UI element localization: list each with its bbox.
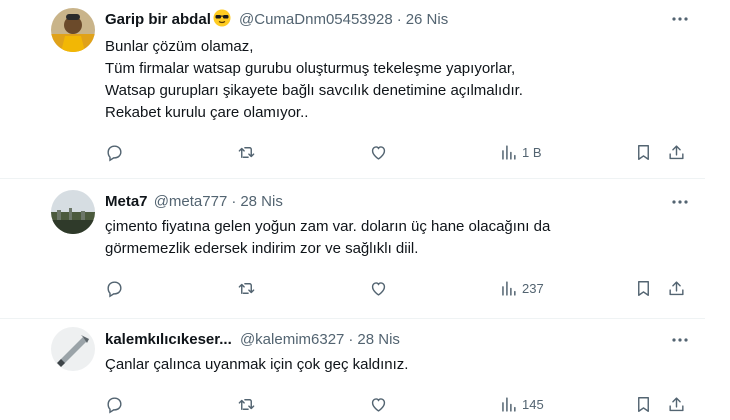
reply-icon: [107, 280, 122, 297]
tweet-actions: 145: [105, 394, 695, 414]
user-handle[interactable]: @CumaDnm05453928: [239, 11, 393, 28]
reply-button[interactable]: [105, 142, 124, 162]
views-button[interactable]: 145: [499, 394, 544, 414]
bookmark-button[interactable]: [634, 394, 653, 414]
share-button[interactable]: [667, 394, 686, 414]
display-name[interactable]: Garip bir abdal: [105, 11, 211, 28]
tweet-header: Meta7 @meta777 · 28 Nis: [105, 192, 283, 212]
reply-button[interactable]: [105, 278, 124, 298]
tweet-text: Çanlar çalınca uyanmak için çok geç kald…: [105, 356, 409, 373]
tweet-time[interactable]: 28 Nis: [357, 331, 400, 348]
retweet-button[interactable]: [237, 278, 256, 298]
sunglasses-emoji-icon: [213, 9, 231, 33]
display-name[interactable]: kalemkılıcıkeser...: [105, 331, 232, 348]
tweet-text: Bunlar çözüm olamaz, Tüm firmalar watsap…: [105, 38, 523, 121]
like-button[interactable]: [369, 278, 388, 298]
avatar[interactable]: [51, 327, 95, 371]
tweet-1[interactable]: Garip bir abdal @CumaDnm05453928 · 26 Nis …: [0, 0, 730, 180]
bookmark-button[interactable]: [634, 278, 653, 298]
views-icon: [502, 144, 516, 160]
heart-icon: [371, 397, 386, 412]
tweet-time[interactable]: 28 Nis: [240, 193, 283, 210]
user-handle[interactable]: @kalemim6327: [240, 331, 344, 348]
share-icon: [669, 396, 684, 411]
tweet-actions: 1 B: [105, 142, 695, 162]
tweet-header: Garip bir abdal @CumaDnm05453928 · 26 Nis: [105, 9, 448, 33]
separator-dot: ·: [396, 11, 402, 28]
bookmark-icon: [638, 396, 649, 412]
more-options-icon[interactable]: [670, 9, 690, 29]
share-icon: [669, 144, 684, 159]
tweet-2[interactable]: Meta7 @meta777 · 28 Nis çimento fiyatına g…: [0, 179, 730, 319]
avatar[interactable]: [51, 190, 95, 234]
more-options-icon[interactable]: [670, 330, 690, 350]
like-button[interactable]: [369, 142, 388, 162]
tweet-3[interactable]: kalemkılıcıkeser... @kalemim6327 · 28 Nis …: [0, 319, 730, 420]
views-icon: [502, 396, 516, 412]
views-count: 1 B: [522, 144, 542, 160]
bookmark-button[interactable]: [634, 142, 653, 162]
share-icon: [669, 280, 684, 295]
views-count: 145: [522, 396, 544, 412]
retweet-button[interactable]: [237, 142, 256, 162]
retweet-icon: [238, 146, 255, 158]
views-button[interactable]: 1 B: [499, 142, 542, 162]
tweet-text: çimento fiyatına gelen yoğun zam var. do…: [105, 218, 551, 257]
heart-icon: [371, 145, 386, 160]
share-button[interactable]: [667, 142, 686, 162]
avatar[interactable]: [51, 8, 95, 52]
tweet-time[interactable]: 26 Nis: [406, 11, 449, 28]
separator-dot: ·: [348, 331, 354, 348]
display-name[interactable]: Meta7: [105, 193, 148, 210]
views-icon: [502, 280, 516, 296]
share-button[interactable]: [667, 278, 686, 298]
reply-icon: [107, 396, 122, 413]
heart-icon: [371, 281, 386, 296]
retweet-button[interactable]: [237, 394, 256, 414]
retweet-icon: [238, 398, 255, 410]
bookmark-icon: [638, 280, 649, 296]
views-count: 237: [522, 280, 544, 296]
bookmark-icon: [638, 144, 649, 160]
separator-dot: ·: [231, 193, 237, 210]
tweet-header: kalemkılıcıkeser... @kalemim6327 · 28 Nis: [105, 330, 400, 350]
user-handle[interactable]: @meta777: [154, 193, 228, 210]
like-button[interactable]: [369, 394, 388, 414]
tweet-actions: 237: [105, 278, 695, 298]
more-options-icon[interactable]: [670, 192, 690, 212]
retweet-icon: [238, 282, 255, 294]
reply-icon: [107, 144, 122, 161]
reply-button[interactable]: [105, 394, 124, 414]
views-button[interactable]: 237: [499, 278, 544, 298]
